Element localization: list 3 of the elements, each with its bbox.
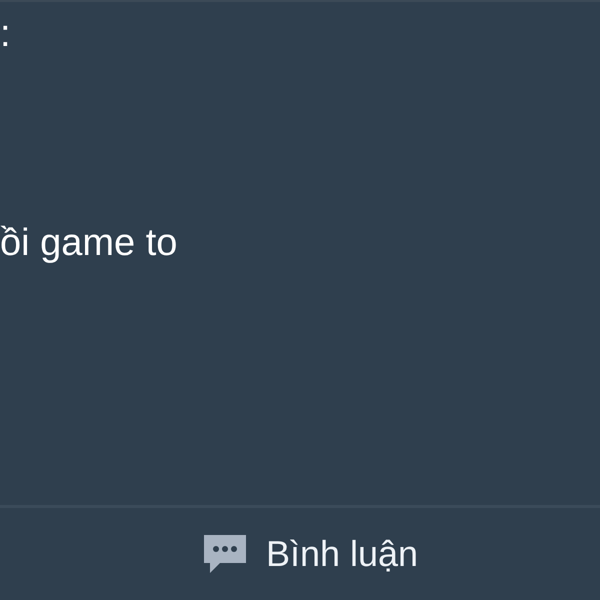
header-text: :	[0, 12, 11, 56]
post-text: ồi game to	[0, 221, 178, 265]
comment-button[interactable]: Bình luận	[194, 527, 426, 581]
